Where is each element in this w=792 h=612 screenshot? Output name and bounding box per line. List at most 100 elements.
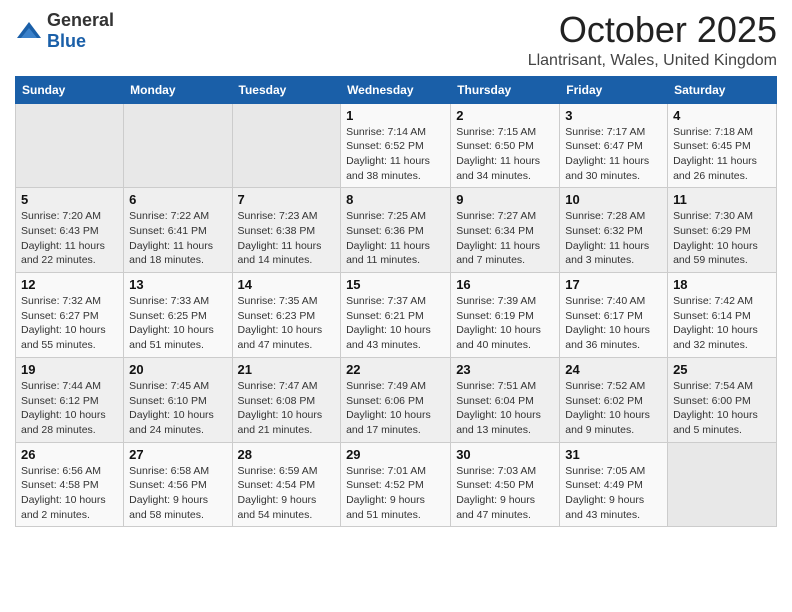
day-info: Sunrise: 7:33 AMSunset: 6:25 PMDaylight:…: [129, 294, 226, 353]
main-title: October 2025: [528, 10, 777, 50]
logo-blue: Blue: [47, 31, 86, 51]
day-info: Sunrise: 7:45 AMSunset: 6:10 PMDaylight:…: [129, 379, 226, 438]
calendar-cell: 3 Sunrise: 7:17 AMSunset: 6:47 PMDaylight…: [560, 103, 668, 188]
day-info: Sunrise: 7:35 AMSunset: 6:23 PMDaylight:…: [238, 294, 336, 353]
calendar-cell: 21 Sunrise: 7:47 AMSunset: 6:08 PMDayligh…: [232, 357, 341, 442]
logo: General Blue: [15, 10, 114, 52]
day-number: 4: [673, 108, 771, 123]
day-number: 30: [456, 447, 554, 462]
day-number: 11: [673, 192, 771, 207]
week-row-2: 5 Sunrise: 7:20 AMSunset: 6:43 PMDaylight…: [16, 188, 777, 273]
calendar-cell: 10 Sunrise: 7:28 AMSunset: 6:32 PMDayligh…: [560, 188, 668, 273]
day-number: 31: [565, 447, 662, 462]
week-row-3: 12 Sunrise: 7:32 AMSunset: 6:27 PMDayligh…: [16, 273, 777, 358]
calendar-cell: 1Sunrise: 7:14 AMSunset: 6:52 PMDaylight…: [341, 103, 451, 188]
calendar-cell: 14 Sunrise: 7:35 AMSunset: 6:23 PMDayligh…: [232, 273, 341, 358]
day-number: 7: [238, 192, 336, 207]
calendar-cell: 12 Sunrise: 7:32 AMSunset: 6:27 PMDayligh…: [16, 273, 124, 358]
calendar-cell: 11 Sunrise: 7:30 AMSunset: 6:29 PMDayligh…: [668, 188, 777, 273]
week-row-5: 26Sunrise: 6:56 AMSunset: 4:58 PMDayligh…: [16, 442, 777, 527]
day-number: 9: [456, 192, 554, 207]
subtitle: Llantrisant, Wales, United Kingdom: [528, 52, 777, 70]
day-info: Sunrise: 7:22 AMSunset: 6:41 PMDaylight:…: [129, 209, 226, 268]
weekday-header-tuesday: Tuesday: [232, 76, 341, 103]
day-info: Sunrise: 7:40 AMSunset: 6:17 PMDaylight:…: [565, 294, 662, 353]
calendar-cell: 17 Sunrise: 7:40 AMSunset: 6:17 PMDayligh…: [560, 273, 668, 358]
calendar-cell: 13 Sunrise: 7:33 AMSunset: 6:25 PMDayligh…: [124, 273, 232, 358]
calendar-cell: 26Sunrise: 6:56 AMSunset: 4:58 PMDayligh…: [16, 442, 124, 527]
logo-icon: [15, 20, 43, 42]
day-number: 29: [346, 447, 445, 462]
day-info: Sunrise: 7:23 AMSunset: 6:38 PMDaylight:…: [238, 209, 336, 268]
calendar-cell: 29Sunrise: 7:01 AMSunset: 4:52 PMDayligh…: [341, 442, 451, 527]
day-info: Sunrise: 7:14 AMSunset: 6:52 PMDaylight:…: [346, 125, 445, 184]
week-row-1: 1Sunrise: 7:14 AMSunset: 6:52 PMDaylight…: [16, 103, 777, 188]
day-number: 12: [21, 277, 118, 292]
calendar-cell: 16Sunrise: 7:39 AMSunset: 6:19 PMDayligh…: [451, 273, 560, 358]
calendar-cell: 28Sunrise: 6:59 AMSunset: 4:54 PMDayligh…: [232, 442, 341, 527]
day-info: Sunrise: 7:25 AMSunset: 6:36 PMDaylight:…: [346, 209, 445, 268]
day-info: Sunrise: 7:28 AMSunset: 6:32 PMDaylight:…: [565, 209, 662, 268]
day-info: Sunrise: 7:47 AMSunset: 6:08 PMDaylight:…: [238, 379, 336, 438]
calendar-cell: 31 Sunrise: 7:05 AMSunset: 4:49 PMDayligh…: [560, 442, 668, 527]
day-info: Sunrise: 7:39 AMSunset: 6:19 PMDaylight:…: [456, 294, 554, 353]
day-info: Sunrise: 7:44 AMSunset: 6:12 PMDaylight:…: [21, 379, 118, 438]
day-info: Sunrise: 7:30 AMSunset: 6:29 PMDaylight:…: [673, 209, 771, 268]
calendar-cell: 5 Sunrise: 7:20 AMSunset: 6:43 PMDaylight…: [16, 188, 124, 273]
day-number: 10: [565, 192, 662, 207]
day-info: Sunrise: 7:18 AMSunset: 6:45 PMDaylight:…: [673, 125, 771, 184]
day-number: 5: [21, 192, 118, 207]
day-number: 14: [238, 277, 336, 292]
title-block: October 2025 Llantrisant, Wales, United …: [528, 10, 777, 70]
weekday-header-thursday: Thursday: [451, 76, 560, 103]
calendar-cell: 8Sunrise: 7:25 AMSunset: 6:36 PMDaylight…: [341, 188, 451, 273]
calendar-cell: 2 Sunrise: 7:15 AMSunset: 6:50 PMDaylight…: [451, 103, 560, 188]
weekday-header-sunday: Sunday: [16, 76, 124, 103]
day-number: 13: [129, 277, 226, 292]
day-number: 2: [456, 108, 554, 123]
day-info: Sunrise: 7:52 AMSunset: 6:02 PMDaylight:…: [565, 379, 662, 438]
day-info: Sunrise: 7:37 AMSunset: 6:21 PMDaylight:…: [346, 294, 445, 353]
day-number: 23: [456, 362, 554, 377]
calendar-cell: 18Sunrise: 7:42 AMSunset: 6:14 PMDayligh…: [668, 273, 777, 358]
day-info: Sunrise: 7:15 AMSunset: 6:50 PMDaylight:…: [456, 125, 554, 184]
calendar-cell: 19Sunrise: 7:44 AMSunset: 6:12 PMDayligh…: [16, 357, 124, 442]
day-info: Sunrise: 7:20 AMSunset: 6:43 PMDaylight:…: [21, 209, 118, 268]
day-number: 17: [565, 277, 662, 292]
day-number: 21: [238, 362, 336, 377]
calendar-cell: 4 Sunrise: 7:18 AMSunset: 6:45 PMDaylight…: [668, 103, 777, 188]
day-number: 6: [129, 192, 226, 207]
day-info: Sunrise: 7:05 AMSunset: 4:49 PMDaylight:…: [565, 464, 662, 523]
day-info: Sunrise: 7:32 AMSunset: 6:27 PMDaylight:…: [21, 294, 118, 353]
week-row-4: 19Sunrise: 7:44 AMSunset: 6:12 PMDayligh…: [16, 357, 777, 442]
calendar-cell: 7 Sunrise: 7:23 AMSunset: 6:38 PMDaylight…: [232, 188, 341, 273]
day-info: Sunrise: 6:58 AMSunset: 4:56 PMDaylight:…: [129, 464, 226, 523]
day-number: 24: [565, 362, 662, 377]
calendar-cell: 27 Sunrise: 6:58 AMSunset: 4:56 PMDayligh…: [124, 442, 232, 527]
calendar-cell: [16, 103, 124, 188]
calendar-cell: [124, 103, 232, 188]
calendar-cell: 9 Sunrise: 7:27 AMSunset: 6:34 PMDaylight…: [451, 188, 560, 273]
day-number: 26: [21, 447, 118, 462]
weekday-header-friday: Friday: [560, 76, 668, 103]
day-info: Sunrise: 7:27 AMSunset: 6:34 PMDaylight:…: [456, 209, 554, 268]
calendar-cell: 25Sunrise: 7:54 AMSunset: 6:00 PMDayligh…: [668, 357, 777, 442]
day-number: 27: [129, 447, 226, 462]
weekday-header-saturday: Saturday: [668, 76, 777, 103]
page: General Blue October 2025 Llantrisant, W…: [0, 0, 792, 542]
day-info: Sunrise: 7:42 AMSunset: 6:14 PMDaylight:…: [673, 294, 771, 353]
day-number: 3: [565, 108, 662, 123]
day-info: Sunrise: 7:17 AMSunset: 6:47 PMDaylight:…: [565, 125, 662, 184]
day-number: 22: [346, 362, 445, 377]
weekday-header-row: SundayMondayTuesdayWednesdayThursdayFrid…: [16, 76, 777, 103]
day-number: 20: [129, 362, 226, 377]
calendar-cell: 20 Sunrise: 7:45 AMSunset: 6:10 PMDayligh…: [124, 357, 232, 442]
header: General Blue October 2025 Llantrisant, W…: [15, 10, 777, 70]
calendar-cell: 22 Sunrise: 7:49 AMSunset: 6:06 PMDayligh…: [341, 357, 451, 442]
logo-text: General Blue: [47, 10, 114, 52]
weekday-header-wednesday: Wednesday: [341, 76, 451, 103]
day-number: 25: [673, 362, 771, 377]
day-info: Sunrise: 7:49 AMSunset: 6:06 PMDaylight:…: [346, 379, 445, 438]
calendar-cell: 15Sunrise: 7:37 AMSunset: 6:21 PMDayligh…: [341, 273, 451, 358]
calendar-cell: [668, 442, 777, 527]
